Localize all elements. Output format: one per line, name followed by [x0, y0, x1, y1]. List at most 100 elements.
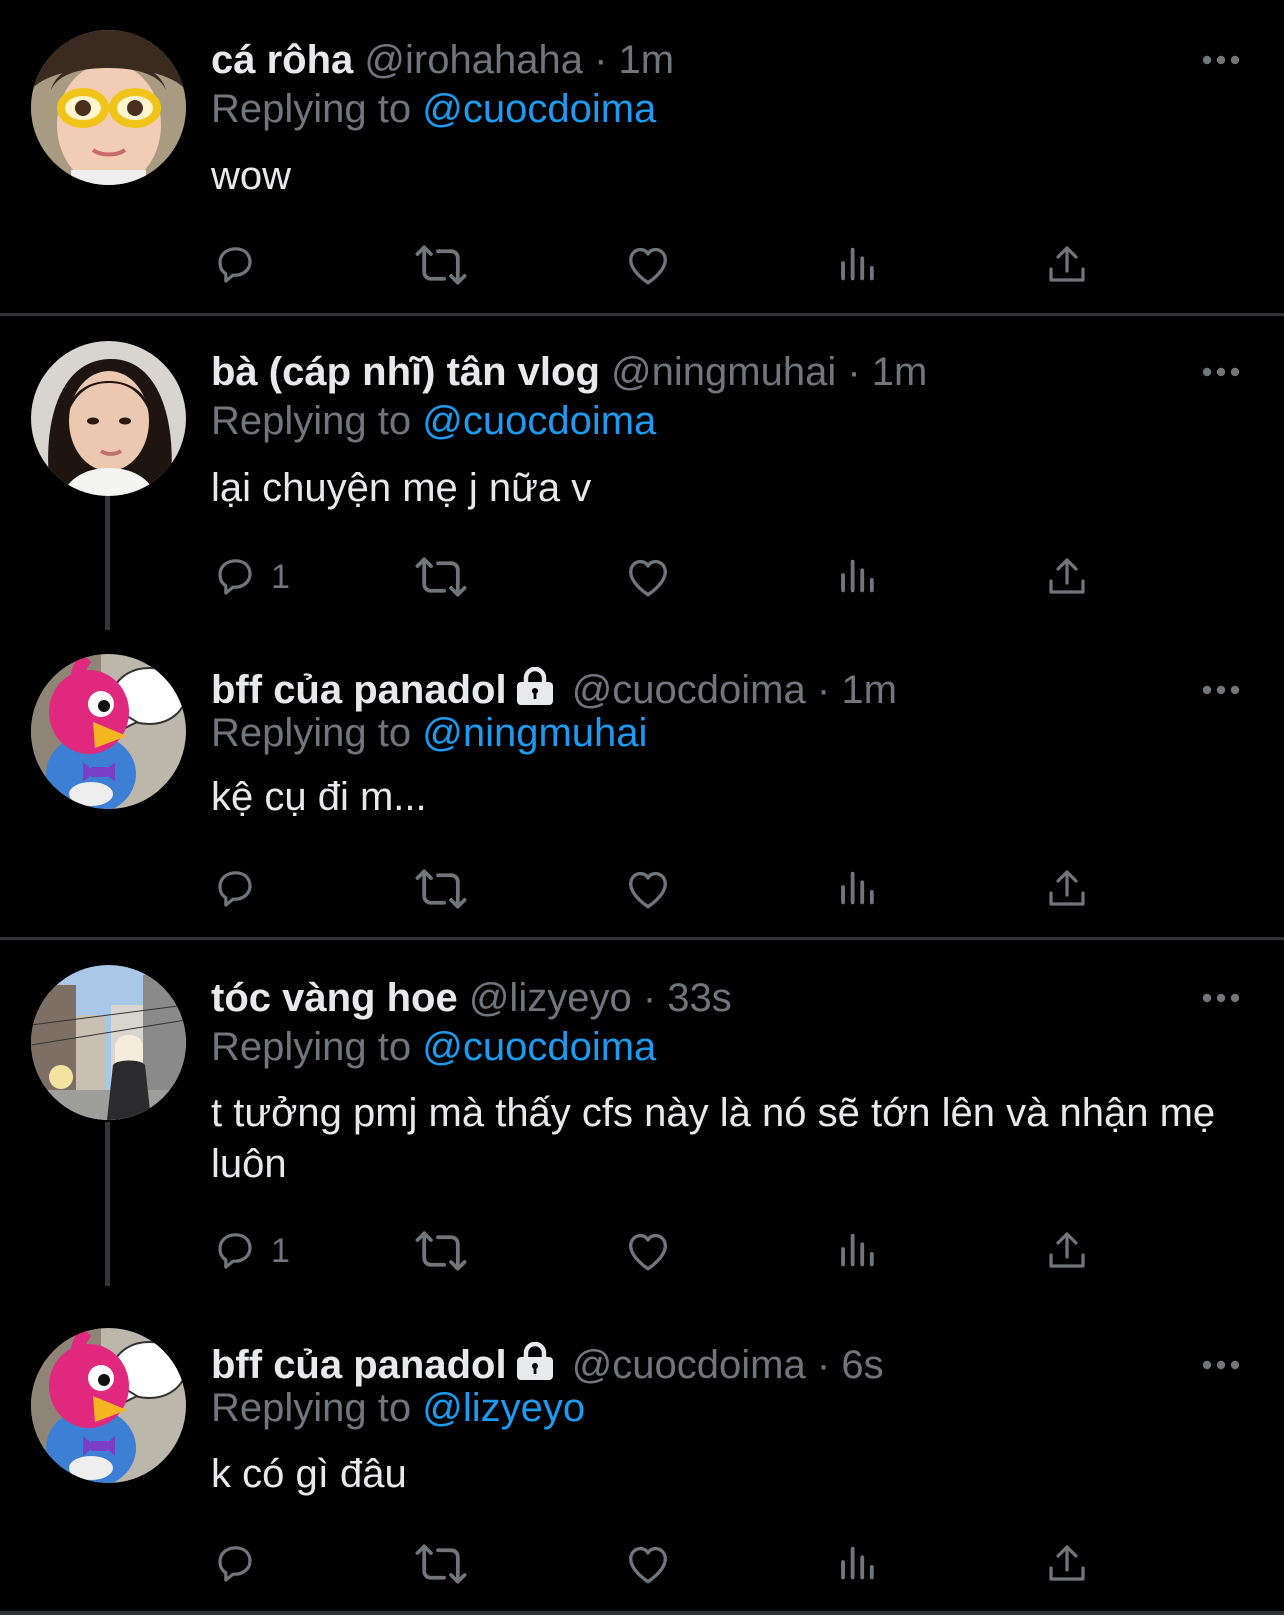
timestamp[interactable]: 1m: [872, 350, 928, 394]
action-bar: [211, 1534, 1131, 1594]
timestamp[interactable]: 1m: [841, 668, 897, 712]
like-button[interactable]: [623, 1221, 673, 1281]
like-icon: [623, 1539, 673, 1589]
views-icon: [835, 242, 881, 288]
reply-to-handle[interactable]: @cuocdoima: [422, 87, 656, 131]
share-icon: [1043, 865, 1091, 913]
replying-to-label: Replying to: [211, 1025, 412, 1069]
views-icon: [835, 554, 881, 600]
more-icon[interactable]: [1200, 365, 1242, 379]
views-icon: [835, 866, 881, 912]
user-handle[interactable]: @irohahaha: [364, 38, 583, 82]
avatar[interactable]: [31, 341, 186, 496]
reply-button[interactable]: [211, 859, 271, 919]
separator: ·: [642, 976, 657, 1020]
replying-to-label: Replying to: [211, 87, 412, 131]
retweet-button[interactable]: [413, 859, 469, 919]
avatar[interactable]: [31, 30, 186, 185]
reply-to-handle[interactable]: @ningmuhai: [422, 711, 647, 755]
replying-to-label: Replying to: [211, 399, 412, 443]
reply-icon: [211, 241, 259, 289]
like-button[interactable]: [623, 235, 673, 295]
views-button[interactable]: [835, 1534, 881, 1594]
like-button[interactable]: [623, 1534, 673, 1594]
retweet-icon: [413, 237, 469, 293]
user-handle[interactable]: @cuocdoima: [572, 1343, 806, 1387]
action-bar: [211, 859, 1131, 919]
reply-to-handle[interactable]: @cuocdoima: [422, 1025, 656, 1069]
more-icon[interactable]: [1200, 683, 1242, 697]
reply-button[interactable]: 1: [211, 1221, 290, 1281]
timestamp[interactable]: 1m: [619, 38, 675, 82]
retweet-button[interactable]: [413, 235, 469, 295]
views-button[interactable]: [835, 235, 881, 295]
timestamp[interactable]: 33s: [667, 976, 732, 1020]
like-button[interactable]: [623, 859, 673, 919]
tweet-text: kệ cụ đi m...: [211, 775, 427, 819]
views-button[interactable]: [835, 1221, 881, 1281]
divider: [0, 937, 1284, 940]
reply-to-handle[interactable]: @cuocdoima: [422, 399, 656, 443]
avatar[interactable]: [31, 1328, 186, 1483]
share-button[interactable]: [1043, 235, 1091, 295]
tweet-5[interactable]: bff của panadol @cuocdoima · 6s Replying…: [0, 1332, 1284, 1612]
views-icon: [835, 1541, 881, 1587]
reply-count: 1: [271, 1231, 290, 1270]
retweet-button[interactable]: [413, 1221, 469, 1281]
retweet-icon: [413, 1536, 469, 1592]
reply-to-handle[interactable]: @lizyeyo: [422, 1386, 585, 1430]
tweet-header: cá rôha @irohahaha · 1m: [211, 33, 674, 87]
tweet-3[interactable]: bff của panadol @cuocdoima · 1m Replying…: [0, 657, 1284, 937]
replying-to-label: Replying to: [211, 1386, 412, 1430]
user-handle[interactable]: @ningmuhai: [611, 350, 836, 394]
reply-icon: [211, 865, 259, 913]
user-handle[interactable]: @cuocdoima: [572, 668, 806, 712]
retweet-button[interactable]: [413, 1534, 469, 1594]
display-name[interactable]: bff của panadol: [211, 668, 507, 712]
replying-to: Replying to @cuocdoima: [211, 83, 656, 135]
like-icon: [623, 1226, 673, 1276]
share-button[interactable]: [1043, 547, 1091, 607]
replying-to: Replying to @cuocdoima: [211, 395, 656, 447]
reply-button[interactable]: [211, 1534, 271, 1594]
divider: [0, 313, 1284, 316]
views-button[interactable]: [835, 547, 881, 607]
more-icon[interactable]: [1200, 53, 1242, 67]
like-icon: [623, 240, 673, 290]
tweet-1[interactable]: cá rôha @irohahaha · 1m Replying to @cuo…: [0, 27, 1284, 307]
tweet-text: wow: [211, 154, 292, 198]
tweet-4[interactable]: tóc vàng hoe @lizyeyo · 33s Replying to …: [0, 965, 1284, 1265]
reply-icon: [211, 1227, 259, 1275]
retweet-icon: [413, 861, 469, 917]
display-name[interactable]: cá rôha: [211, 38, 353, 82]
more-icon[interactable]: [1200, 991, 1242, 1005]
share-icon: [1043, 553, 1091, 601]
separator: ·: [816, 1343, 831, 1387]
display-name[interactable]: bà (cáp nhĩ) tân vlog: [211, 350, 600, 394]
timestamp[interactable]: 6s: [841, 1343, 883, 1387]
share-button[interactable]: [1043, 1221, 1091, 1281]
reply-button[interactable]: [211, 235, 271, 295]
share-button[interactable]: [1043, 1534, 1091, 1594]
action-bar: [211, 235, 1131, 295]
like-button[interactable]: [623, 547, 673, 607]
user-handle[interactable]: @lizyeyo: [469, 976, 632, 1020]
tweet-header: bà (cáp nhĩ) tân vlog @ningmuhai · 1m: [211, 345, 927, 399]
action-bar: 1: [211, 1221, 1131, 1281]
retweet-button[interactable]: [413, 547, 469, 607]
lock-icon: [515, 667, 555, 707]
views-button[interactable]: [835, 859, 881, 919]
tweet-text: t tưởng pmj mà thấy cfs này là nó sẽ tớn…: [211, 1091, 1216, 1186]
display-name[interactable]: tóc vàng hoe: [211, 976, 458, 1020]
more-icon[interactable]: [1200, 1358, 1242, 1372]
tweet-2[interactable]: bà (cáp nhĩ) tân vlog @ningmuhai · 1m Re…: [0, 339, 1284, 619]
avatar[interactable]: [31, 965, 186, 1120]
reply-button[interactable]: 1: [211, 547, 290, 607]
separator: ·: [594, 38, 608, 82]
display-name[interactable]: bff của panadol: [211, 1343, 507, 1387]
share-button[interactable]: [1043, 859, 1091, 919]
share-icon: [1043, 1227, 1091, 1275]
reply-icon: [211, 553, 259, 601]
avatar[interactable]: [31, 654, 186, 809]
like-icon: [623, 552, 673, 602]
